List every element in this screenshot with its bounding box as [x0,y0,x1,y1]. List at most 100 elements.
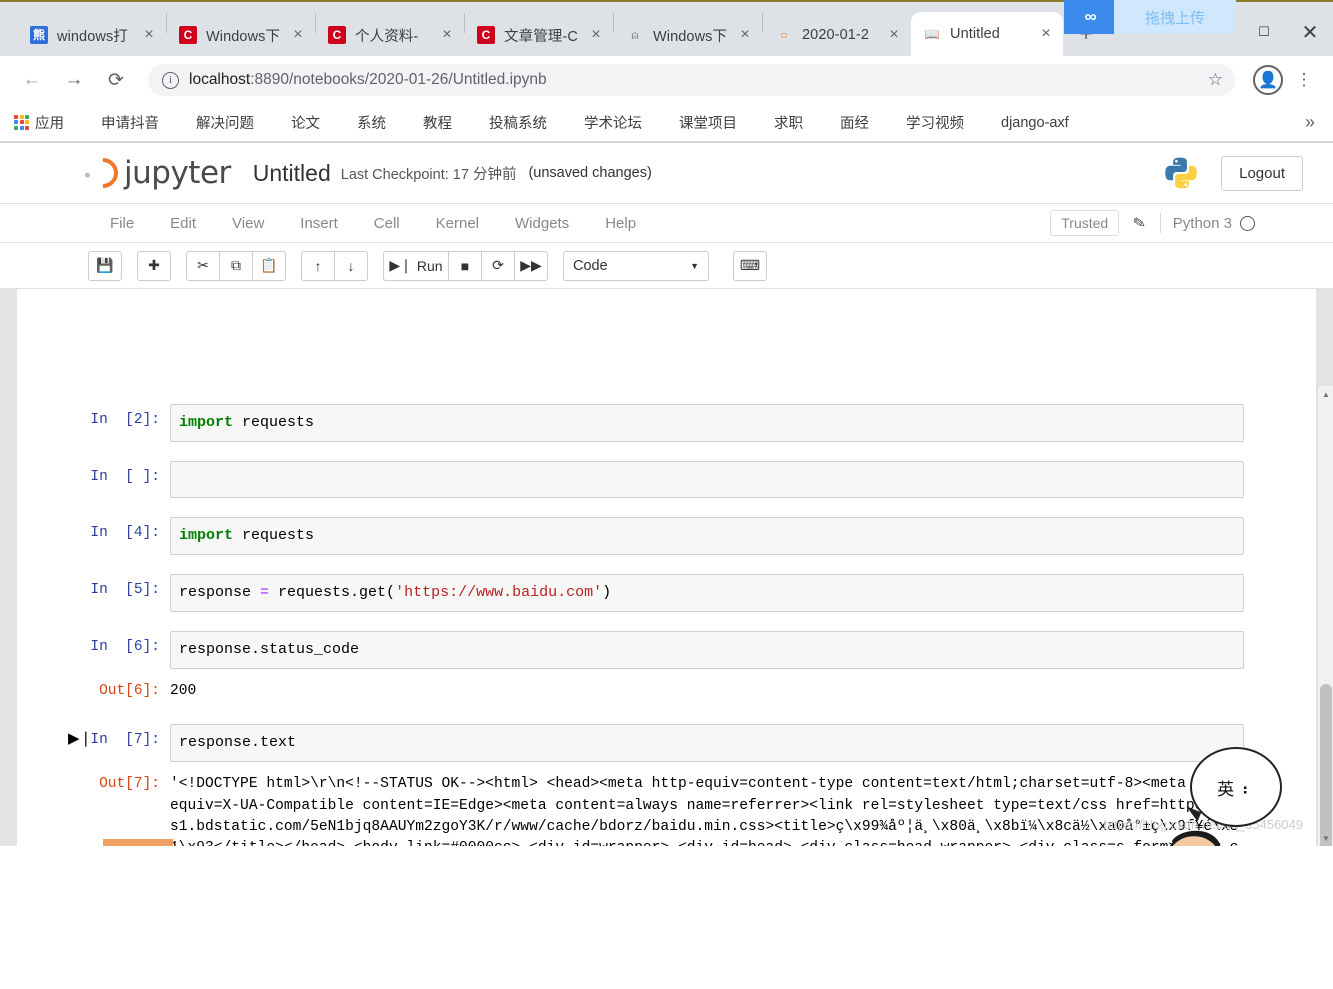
kernel-idle-circle-icon[interactable] [1240,215,1255,231]
bookmark-item[interactable]: 论文 [270,112,320,133]
bookmark-item[interactable]: 面经 [819,112,869,133]
insert-cell-button[interactable]: ✚ [137,250,171,281]
window-close-button[interactable]: ✕ [1287,14,1333,50]
menu-edit[interactable]: Edit [152,215,214,232]
jupyter-logo[interactable]: jupyter [81,151,231,195]
tab-close-icon[interactable]: × [1035,23,1057,45]
cell-input[interactable]: import requests [170,404,1244,442]
youdao-logo-icon: ∞ [1064,0,1114,34]
cell-prompt: In [ ]: [90,469,160,485]
copy-button[interactable]: ⧉ [219,250,253,281]
tab-close-icon[interactable]: × [585,24,607,46]
tab-close-icon[interactable]: × [436,24,458,46]
tab-close-icon[interactable]: × [287,24,309,46]
youdao-upload-widget[interactable]: ∞ 拖拽上传 [1064,0,1236,34]
horizontal-scroll-indicator[interactable] [103,839,173,846]
notebook-cell[interactable]: In [4]: import requests [86,517,1244,555]
toolbar-group-move: ↑ ↓ [301,250,368,281]
scrollbar-thumb[interactable] [1320,684,1332,846]
window-maximize-button[interactable]: ☐ [1241,14,1287,50]
cell-input[interactable] [170,461,1244,498]
interrupt-kernel-button[interactable]: ■ [448,250,482,281]
tab-close-icon[interactable]: × [734,24,756,46]
notebook-cell[interactable]: In [5]: response = requests.get('https:/… [86,574,1244,612]
bookmark-item[interactable]: 解决问题 [175,112,254,133]
speech-bubble-text: 英 ⠆ [1217,779,1255,800]
jupyter-wordmark: jupyter [124,155,231,191]
bookmark-item[interactable]: django-axf [980,115,1069,131]
forward-button[interactable]: → [56,62,92,98]
cell-input[interactable]: response.status_code [170,631,1244,669]
bookmark-item[interactable]: 学习视频 [885,112,964,133]
tab-close-icon[interactable]: × [883,24,905,46]
menu-help[interactable]: Help [587,215,654,232]
notebook-title[interactable]: Untitled [253,160,331,187]
menu-cell[interactable]: Cell [356,215,418,232]
move-cell-down-button[interactable]: ↓ [334,250,368,281]
browser-tab-2[interactable]: C Windows下 × [167,14,315,56]
browser-tab-3[interactable]: C 个人资料- × [316,14,464,56]
menu-kernel[interactable]: Kernel [418,215,497,232]
jupyter-header-right: Logout [1163,155,1303,191]
back-button[interactable]: ← [14,62,50,98]
scroll-down-arrow-icon[interactable]: ▼ [1318,830,1333,846]
browser-tab-4[interactable]: C 文章管理-C × [465,14,613,56]
bookmark-label: 学术论坛 [584,116,642,132]
browser-menu-icon[interactable]: ⋮ [1289,65,1319,95]
site-info-icon[interactable]: i [162,71,179,89]
notebook-cell[interactable]: In [2]: import requests [86,404,1244,442]
output-prompt: Out[6]: [99,683,160,699]
paste-button[interactable]: 📋 [252,250,286,281]
last-checkpoint-label: Last Checkpoint: 17 分钟前 [340,166,517,183]
restart-kernel-button[interactable]: ⟳ [481,250,515,281]
run-button[interactable]: ▶❘ Run [383,250,449,281]
cell-input[interactable]: response.text [170,724,1244,763]
bookmark-item[interactable]: 系统 [336,112,386,133]
notebook-cell[interactable]: In [ ]: [86,461,1244,498]
bookmark-label: 求职 [774,116,803,132]
bookmark-item[interactable]: 教程 [402,112,452,133]
bookmark-item[interactable]: 申请抖音 [80,112,159,133]
trusted-badge[interactable]: Trusted [1050,210,1120,236]
notebook-cell[interactable]: In [6]: response.status_code [86,631,1244,669]
address-bar[interactable]: i localhost:8890/notebooks/2020-01-26/Un… [148,64,1235,96]
restart-run-all-button[interactable]: ▶▶ [514,250,548,281]
bookmark-label: 学习视频 [906,116,964,132]
bookmark-item[interactable]: 求职 [753,112,803,133]
notebook-cell[interactable]: ▶❘ In [7]: response.text [68,724,1244,763]
command-palette-button[interactable]: ⌨ [733,250,767,281]
page-scrollbar[interactable]: ▲ ▼ [1317,386,1333,846]
folder-icon [402,115,416,131]
bookmark-label: 系统 [357,116,386,132]
profile-avatar-icon[interactable]: 👤 [1253,65,1283,95]
menu-file[interactable]: File [92,215,152,232]
notebook-scroll-area[interactable]: In [2]: import requests In [ ]: In [4]: … [17,392,1316,846]
bookmark-star-icon[interactable]: ☆ [1208,70,1223,90]
bookmarks-overflow-icon[interactable]: » [1305,112,1319,133]
pencil-icon[interactable]: ✎ [1132,213,1147,233]
folder-icon [270,115,284,131]
bookmark-item[interactable]: 学术论坛 [563,112,642,133]
cell-type-select[interactable]: Code ▼ [563,250,709,281]
save-button[interactable]: 💾 [88,250,122,281]
menu-widgets[interactable]: Widgets [497,215,587,232]
bookmark-item[interactable]: 课堂项目 [658,112,737,133]
speech-bubble: 英 ⠆ [1190,747,1282,827]
cell-input[interactable]: response = requests.get('https://www.bai… [170,574,1244,612]
menu-insert[interactable]: Insert [282,215,356,232]
cell-input[interactable]: import requests [170,517,1244,555]
scroll-up-arrow-icon[interactable]: ▲ [1318,386,1333,402]
bookmark-item[interactable]: 投稿系统 [468,112,547,133]
logout-button[interactable]: Logout [1221,155,1303,191]
browser-tab-7-active[interactable]: 📖 Untitled × [911,12,1063,56]
bookmark-label: 申请抖音 [101,116,159,132]
bookmark-apps[interactable]: 应用 [14,112,64,133]
menu-view[interactable]: View [214,215,282,232]
cut-button[interactable]: ✂ [186,250,220,281]
move-cell-up-button[interactable]: ↑ [301,250,335,281]
browser-tab-1[interactable]: 熊 windows打 × [18,14,166,56]
tab-close-icon[interactable]: × [138,24,160,46]
browser-tab-6[interactable]: ○ 2020-01-2 × [763,14,911,56]
reload-button[interactable]: ⟳ [98,62,134,98]
browser-tab-5[interactable]: ⍝ Windows下 × [614,14,762,56]
